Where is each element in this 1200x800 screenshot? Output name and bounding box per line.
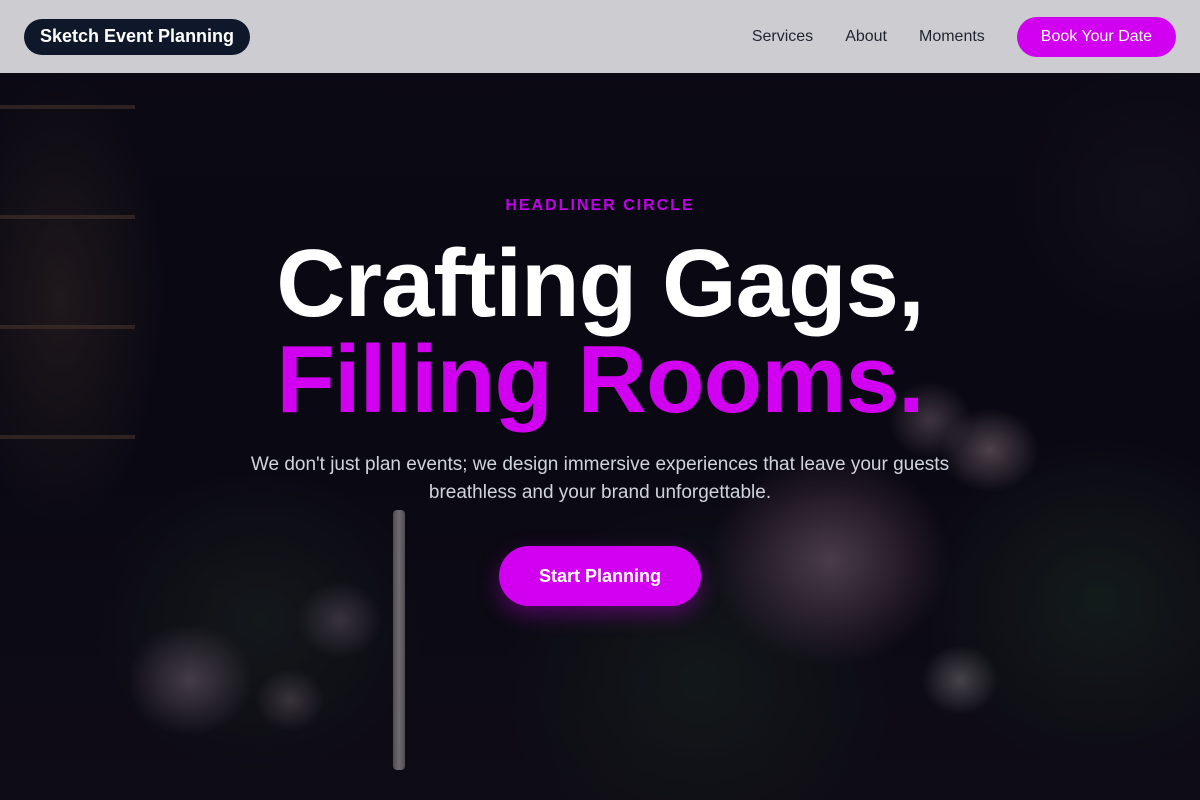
- site-header: Sketch Event Planning Services About Mom…: [0, 0, 1200, 73]
- hero-eyebrow: HEADLINER CIRCLE: [505, 197, 695, 214]
- hero-title: Crafting Gags, Filling Rooms.: [0, 236, 1200, 428]
- brand-logo[interactable]: Sketch Event Planning: [24, 18, 251, 55]
- main-nav: Services About Moments Book Your Date: [752, 16, 1176, 57]
- hero-title-line1: Crafting Gags,: [276, 230, 924, 337]
- nav-link-moments[interactable]: Moments: [919, 28, 985, 46]
- book-your-date-button[interactable]: Book Your Date: [1016, 16, 1176, 57]
- start-planning-button[interactable]: Start Planning: [499, 546, 701, 606]
- nav-link-services[interactable]: Services: [752, 28, 813, 46]
- nav-link-about[interactable]: About: [845, 28, 887, 46]
- hero-title-line2: Filling Rooms.: [276, 326, 924, 433]
- hero-section: HEADLINER CIRCLE Crafting Gags, Filling …: [0, 73, 1200, 800]
- hero-subtitle: We don't just plan events; we design imm…: [250, 454, 950, 503]
